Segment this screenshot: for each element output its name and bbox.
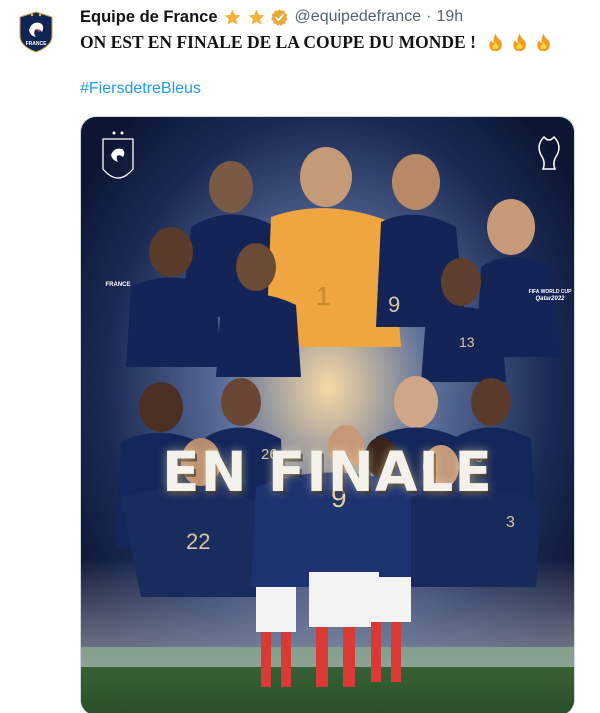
display-name[interactable]: Equipe de France	[80, 8, 218, 27]
fff-crest-icon: FRANCE	[12, 6, 60, 54]
tweet-media-image[interactable]: 1 9 13 26 22 9 3 3 FRANCE FIFA WORLD CUP…	[80, 116, 575, 713]
fire-icon	[513, 33, 526, 52]
hashtag-link[interactable]: #FiersdetreBleus	[80, 80, 201, 98]
verified-badge-icon[interactable]	[270, 8, 289, 27]
world-cup-sublabel: Qatar2022	[535, 296, 565, 302]
separator-dot: ·	[426, 8, 432, 25]
avatar-label: FRANCE	[26, 41, 47, 47]
tweet[interactable]: FRANCE Equipe de France @equipedefrance …	[0, 0, 600, 713]
tweet-text-body: ON EST EN FINALE DE LA COUPE DU MONDE !	[80, 32, 476, 52]
jersey-number: 22	[186, 529, 210, 554]
star-icon	[248, 9, 264, 25]
tweet-text: ON EST EN FINALE DE LA COUPE DU MONDE !	[80, 32, 554, 53]
avatar[interactable]: FRANCE	[12, 6, 60, 54]
world-cup-label: FIFA WORLD CUP	[528, 289, 572, 295]
tweet-header: Equipe de France @equipedefrance · 19h	[80, 6, 463, 28]
crest-label: FRANCE	[105, 282, 131, 288]
fire-icon	[489, 33, 502, 52]
team-poster: 1 9 13 26 22 9 3 3	[81, 117, 574, 713]
jersey-number: 9	[388, 292, 400, 317]
handle[interactable]: @equipedefrance	[295, 8, 422, 26]
star-icon	[224, 9, 240, 25]
jersey-number: 3	[506, 514, 515, 531]
jersey-number: 13	[459, 334, 475, 350]
poster-title: EN FINALE	[162, 440, 493, 504]
jersey-number: 1	[316, 281, 330, 311]
timestamp[interactable]: 19h	[436, 8, 463, 26]
fire-icon	[537, 33, 550, 52]
